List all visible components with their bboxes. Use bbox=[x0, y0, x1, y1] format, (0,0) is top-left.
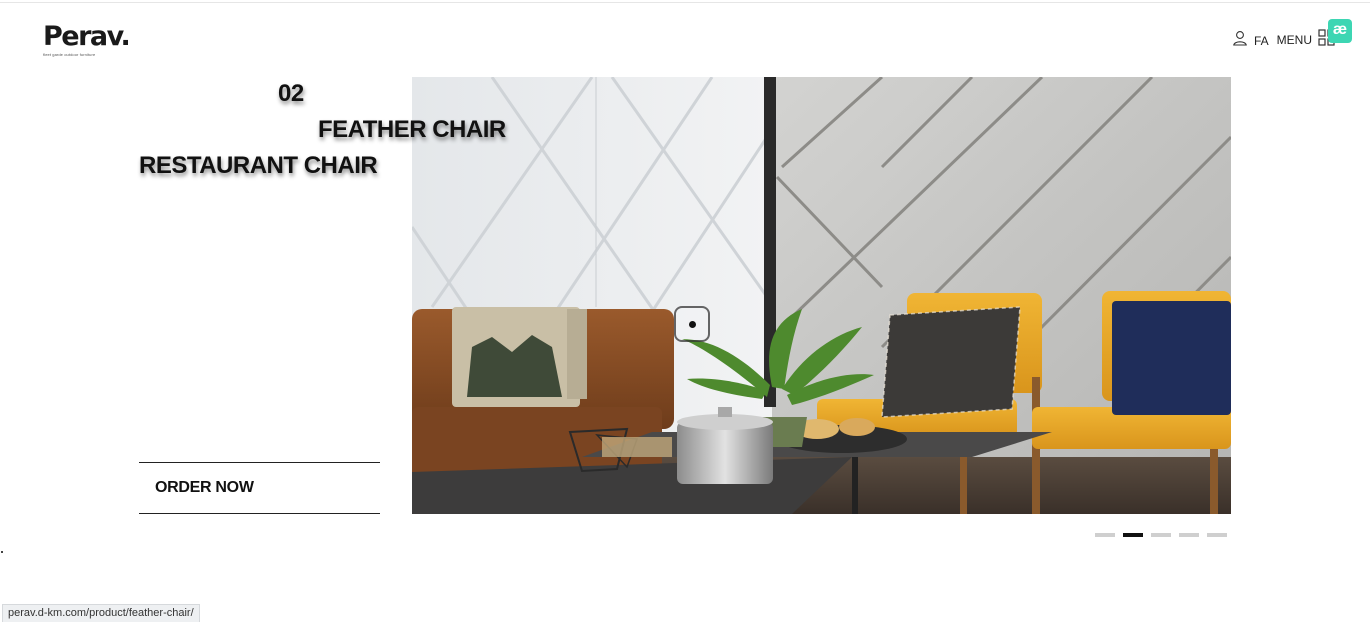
order-section: ORDER NOW bbox=[139, 462, 380, 514]
cursor-icon bbox=[674, 306, 710, 342]
header-actions: FA MENU bbox=[1232, 28, 1336, 52]
user-icon[interactable] bbox=[1232, 30, 1254, 51]
menu-button[interactable]: MENU bbox=[1277, 32, 1312, 48]
logo-tagline: fleet garde outdoor furniture bbox=[43, 52, 96, 57]
pagination-dash[interactable] bbox=[1151, 533, 1171, 537]
cursor-dot bbox=[689, 321, 696, 328]
slide-number: 02 bbox=[278, 80, 304, 107]
pagination-dash[interactable] bbox=[1207, 533, 1227, 537]
stray-dot bbox=[1, 551, 3, 553]
slide-subtitle: RESTAURANT CHAIR bbox=[139, 152, 378, 179]
status-bar-url: perav.d-km.com/product/feather-chair/ bbox=[2, 604, 200, 622]
page: Perav. fleet garde outdoor furniture FA … bbox=[0, 0, 1370, 622]
pagination-dash[interactable] bbox=[1123, 533, 1143, 537]
logo-text: Perav. bbox=[43, 21, 131, 52]
pagination-dash[interactable] bbox=[1095, 533, 1115, 537]
top-divider bbox=[0, 2, 1370, 3]
slide-title: FEATHER CHAIR bbox=[318, 116, 506, 143]
slider-pagination bbox=[1095, 533, 1227, 537]
hero-image bbox=[412, 77, 1231, 514]
order-now-button[interactable]: ORDER NOW bbox=[155, 479, 254, 497]
language-switch[interactable]: FA bbox=[1254, 31, 1269, 49]
site-logo[interactable]: Perav. fleet garde outdoor furniture bbox=[43, 22, 131, 58]
pagination-dash[interactable] bbox=[1179, 533, 1199, 537]
extension-badge[interactable]: æ bbox=[1328, 19, 1352, 43]
